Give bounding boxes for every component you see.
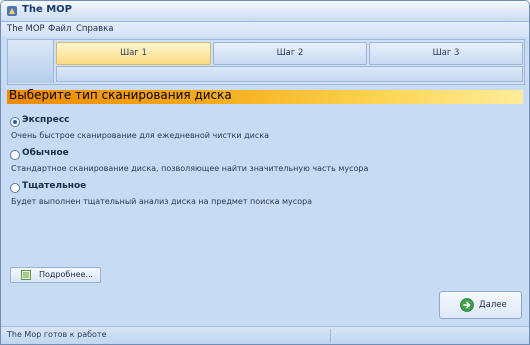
toolbar-left-button[interactable]	[8, 40, 54, 83]
radio-express[interactable]	[10, 117, 20, 127]
menu-item-help[interactable]: Справка	[76, 24, 113, 34]
menu-item-app[interactable]: The MOP	[7, 24, 45, 34]
list-icon	[21, 270, 31, 280]
radio-thorough[interactable]	[10, 183, 20, 193]
menu-bar: The MOP Файл Справка	[1, 22, 529, 37]
tab-step-2[interactable]: Шаг 2	[213, 42, 367, 65]
section-heading: Выберите тип сканирования диска	[9, 88, 232, 102]
title-bar: The MOP	[1, 1, 529, 22]
status-divider	[330, 329, 331, 343]
status-bar: The Mop готов к работе	[1, 326, 529, 344]
option-description: Будет выполнен тщательный анализ диска н…	[11, 197, 313, 206]
tab-step-1[interactable]: Шаг 1	[56, 42, 211, 65]
option-title[interactable]: Обычное	[22, 148, 69, 158]
tab-step-3[interactable]: Шаг 3	[369, 42, 523, 65]
menu-item-file[interactable]: Файл	[48, 24, 71, 34]
next-button-label: Далее	[479, 300, 507, 310]
status-text: The Mop готов к работе	[7, 330, 107, 339]
option-title[interactable]: Тщательное	[22, 181, 86, 191]
option-title[interactable]: Экспресс	[22, 115, 69, 125]
details-button[interactable]: Подробнее...	[10, 267, 101, 283]
window-title: The MOP	[22, 4, 72, 15]
details-button-label: Подробнее...	[39, 270, 94, 279]
section-heading-band: Выберите тип сканирования диска	[7, 88, 523, 104]
option-description: Очень быстрое сканирование для ежедневно…	[11, 131, 269, 140]
arrow-right-circle-icon	[460, 298, 474, 312]
app-icon	[7, 6, 17, 16]
step-toolbar: Шаг 1 Шаг 2 Шаг 3	[7, 39, 525, 85]
next-button[interactable]: Далее	[439, 291, 522, 319]
toolbar-lower-panel	[56, 66, 523, 82]
main-window: The MOP The MOP Файл Справка Шаг 1 Шаг 2…	[0, 0, 530, 345]
option-description: Стандартное сканирование диска, позволяю…	[11, 164, 369, 173]
radio-normal[interactable]	[10, 150, 20, 160]
